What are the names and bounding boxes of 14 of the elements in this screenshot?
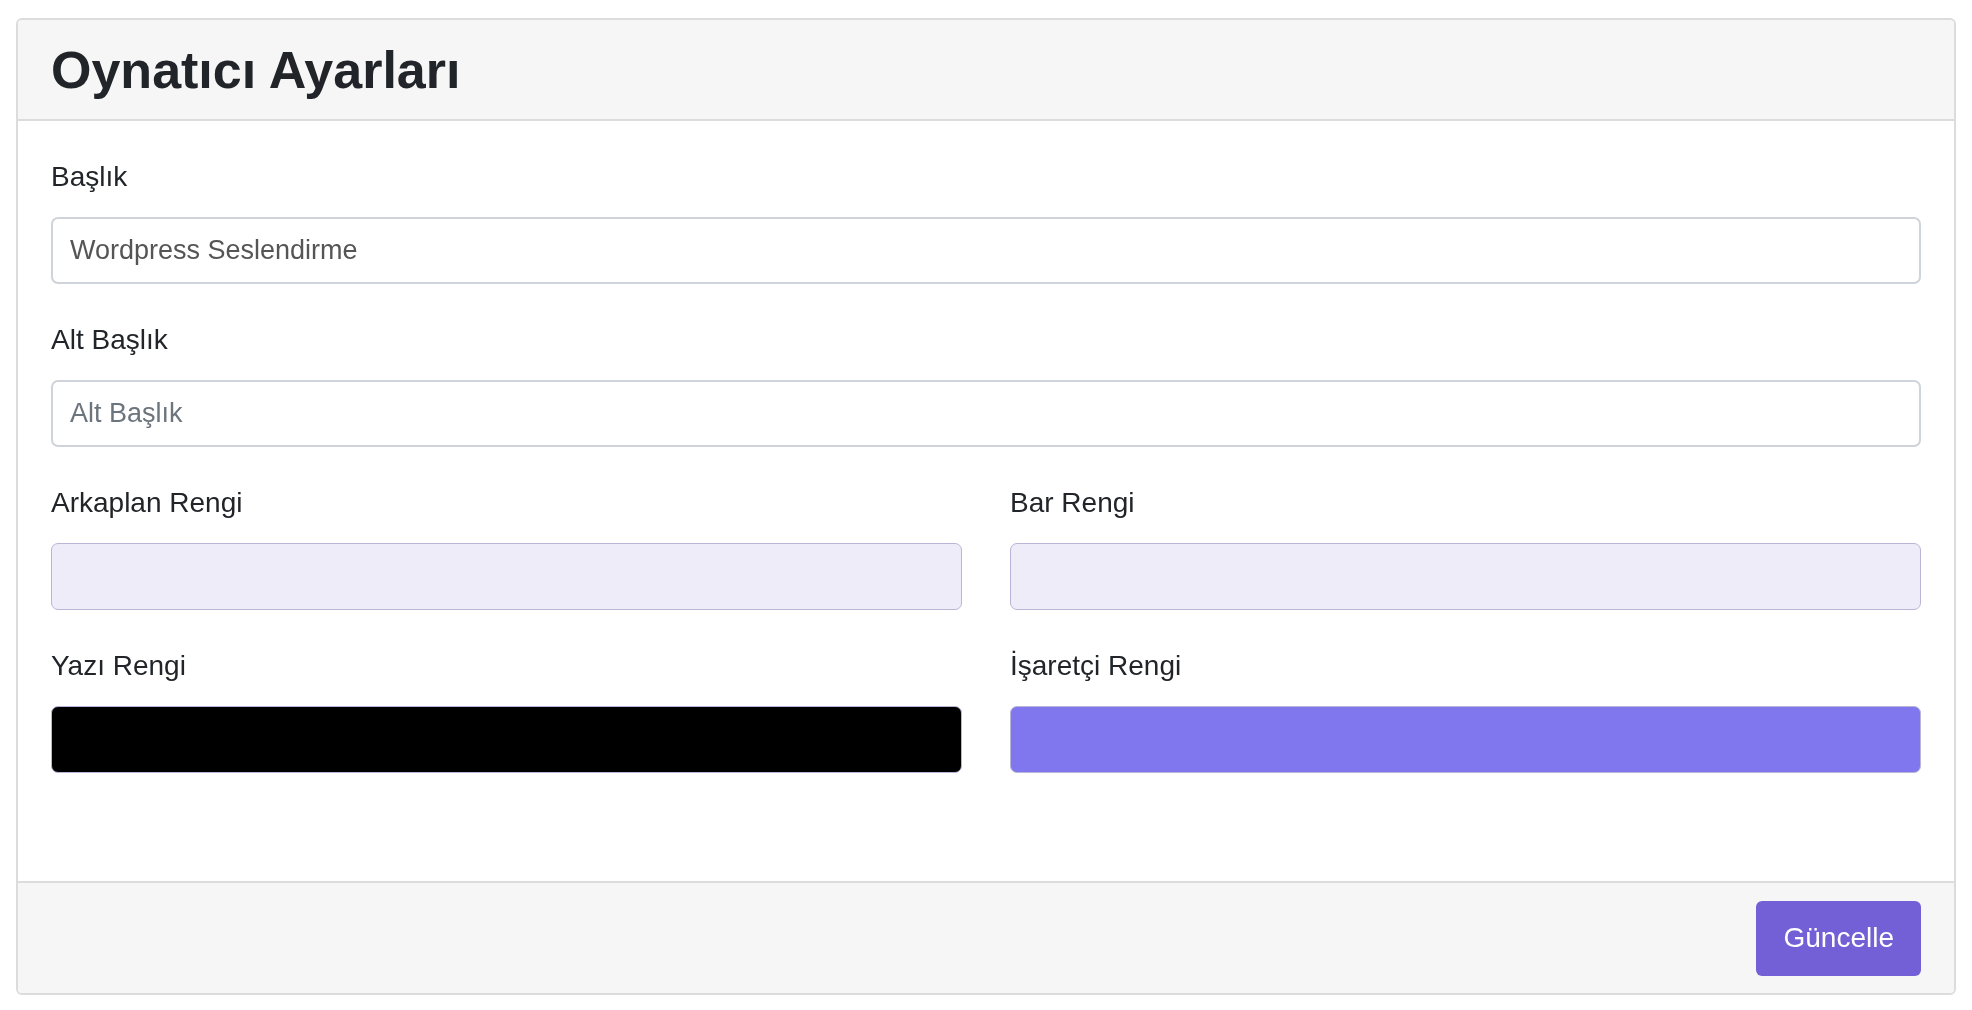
- text-field[interactable]: Wordpress Seslendirme: [51, 217, 1921, 284]
- color-field[interactable]: [51, 706, 962, 773]
- card-title: Oynatıcı Ayarları: [51, 39, 461, 100]
- text-field[interactable]: Alt Başlık: [51, 380, 1921, 447]
- field-label: Arkaplan Rengi: [51, 486, 244, 520]
- field-label: İşaretçi Rengi: [1010, 649, 1183, 683]
- field-label: Bar Rengi: [1010, 486, 1136, 520]
- update-button[interactable]: Güncelle: [1756, 900, 1921, 976]
- color-field[interactable]: [1010, 543, 1921, 610]
- color-field[interactable]: [51, 543, 962, 610]
- field-label: Yazı Rengi: [51, 649, 187, 683]
- field-label: Başlık: [51, 160, 129, 194]
- color-field[interactable]: [1010, 706, 1921, 773]
- field-label: Alt Başlık: [51, 323, 169, 357]
